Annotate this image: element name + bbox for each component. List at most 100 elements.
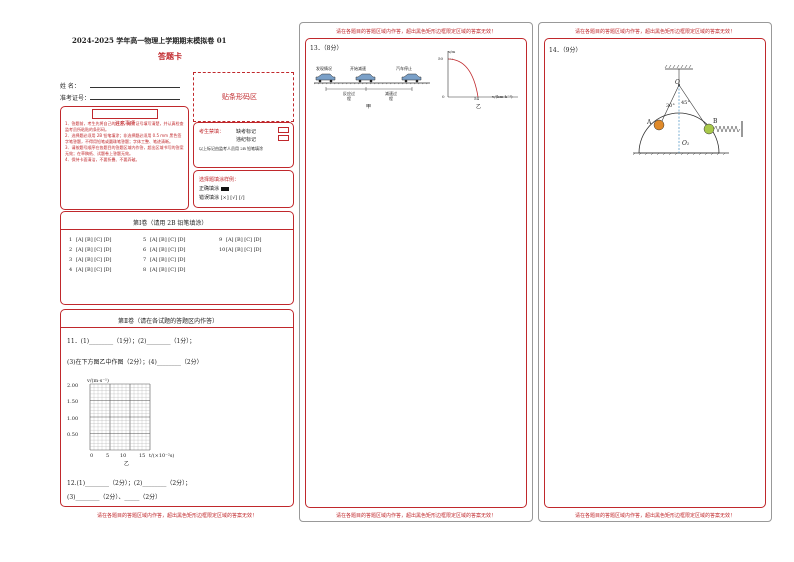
- choice-row-9[interactable]: 9 [A] [B] [C] [D]: [219, 237, 264, 243]
- answer-options[interactable]: [A] [B] [C] [D]: [76, 237, 112, 243]
- q13-label: 13．（8分）: [310, 45, 343, 52]
- x-tick: 15: [139, 453, 146, 459]
- answer-options[interactable]: [A] [B] [C] [D]: [226, 237, 262, 243]
- s-axis-label: s/m: [448, 49, 456, 54]
- note-item: 1．答题前，考生先将自己的姓名，准考证号填写清楚，并认真检查监考员所粘贴的条形码…: [65, 121, 184, 132]
- choice-row-7[interactable]: 7 [A] [B] [C] [D]: [143, 257, 188, 263]
- fill-correct-label: 正确填涂: [199, 185, 229, 192]
- x-tick: 10: [120, 453, 127, 459]
- answer-options[interactable]: [A] [B] [C] [D]: [150, 257, 186, 263]
- v-axis-label: v/(km·h⁻¹): [492, 94, 513, 99]
- question-number: 3: [69, 257, 73, 263]
- choice-row-2[interactable]: 2 [A] [B] [C] [D]: [69, 247, 114, 253]
- section1-box: 第Ⅰ卷（请用 2B 铅笔填涂） 1 [A] [B] [C] [D] 2 [A] [B]…: [60, 211, 294, 305]
- point-a: A: [647, 119, 652, 126]
- sheet-subtitle: 答题卡: [158, 51, 182, 61]
- section2-title: 第Ⅱ卷（请在各试题的答题区内作答）: [118, 318, 219, 325]
- violation-mark-box[interactable]: [278, 135, 289, 142]
- choice-row-5[interactable]: 5 [A] [B] [C] [D]: [143, 237, 188, 243]
- choice-row-6[interactable]: 6 [A] [B] [C] [D]: [143, 247, 188, 253]
- q14-label: 14．（9分）: [549, 47, 582, 54]
- notes-title-box: 注意事项: [92, 109, 158, 127]
- s-v-graph: [447, 51, 518, 98]
- q11-line2: (3)在下方图乙中作图（2分）；(4)________（2分）: [67, 359, 203, 366]
- warning-text: 请在各题目的答题区域内作答，超出黑色矩形边框限定区域的答案无效！: [335, 513, 496, 519]
- y-tick: 1.00: [67, 416, 79, 422]
- caption-left: 甲: [366, 104, 372, 110]
- angle-30: 30°: [666, 103, 675, 109]
- car-road-diagram: [314, 73, 430, 91]
- answer-options[interactable]: [A] [B] [C] [D]: [150, 237, 186, 243]
- warning-text: 请在各题目的答题区域内作答，超出黑色矩形边框限定区域的答案无效！: [335, 29, 496, 35]
- notes-box: 注意事项 1．答题前，考生先将自己的姓名，准考证号填写清楚，并认真检查监考员所粘…: [60, 106, 189, 210]
- fill-example-box: 选择题填涂样例： 正确填涂 错误填涂 [×] [√] [/]: [193, 170, 294, 208]
- reaction-label: 反应过程: [343, 91, 355, 101]
- answer-options[interactable]: [A] [B] [C] [D]: [150, 247, 186, 253]
- v-value: 54: [474, 96, 480, 101]
- id-label: 准考证号：: [60, 95, 91, 102]
- y-tick: 1.50: [67, 399, 79, 405]
- fill-wrong-label: 错误填涂 [×] [√] [/]: [199, 195, 245, 201]
- exam-marks-box: 考生禁填： 缺考标记 违纪标记 以上标记由监考人员用 2B 铅笔填涂: [193, 122, 294, 168]
- x-tick: 0: [90, 453, 94, 459]
- barcode-label: 贴条形码区: [222, 93, 257, 101]
- choice-row-4[interactable]: 4 [A] [B] [C] [D]: [69, 267, 114, 273]
- point-o: O: [675, 79, 680, 86]
- sheet-title: 2024-2025 学年高一物理上学期期末模拟卷 01: [72, 36, 227, 45]
- point-b: B: [713, 118, 718, 125]
- choice-row-3[interactable]: 3 [A] [B] [C] [D]: [69, 257, 114, 263]
- s-value: 50: [438, 56, 444, 61]
- y-tick: 2.00: [67, 383, 79, 389]
- note-item: 4．保持卡面清洁，不要折叠、不要弄破。: [65, 157, 140, 162]
- angle-45: 45°: [681, 100, 690, 106]
- q13-box[interactable]: 13．（8分） 发现情况 开始减速 汽车停止 反应过程 减速过程 甲 s/m 5…: [305, 38, 527, 508]
- name-field[interactable]: [90, 87, 180, 88]
- x-tick: 5: [106, 453, 110, 459]
- graph-caption: 乙: [124, 461, 130, 467]
- notes-list: 1．答题前，考生先将自己的姓名，准考证号填写清楚，并认真检查监考员所粘贴的条形码…: [65, 121, 185, 163]
- origin-label: 0: [442, 94, 445, 99]
- graph-grid[interactable]: [89, 382, 151, 452]
- warning-text: 请在各题目的答题区域内作答，超出黑色矩形边框限定区域的答案无效！: [574, 29, 735, 35]
- q11-line1: 11．(1)________（1分）；(2)________（1分）；: [67, 338, 196, 345]
- caption-right: 乙: [476, 104, 482, 110]
- answer-options[interactable]: [A] [B] [C] [D]: [76, 247, 112, 253]
- barcode-area: 贴条形码区: [193, 72, 294, 122]
- question-number: 4: [69, 267, 73, 273]
- warning-text: 请在各题目的答题区域内作答，超出黑色矩形边框限定区域的答案无效！: [574, 513, 735, 519]
- section1-title: 第Ⅰ卷（请用 2B 铅笔填涂）: [133, 220, 208, 227]
- brake-label: 减速过程: [385, 91, 397, 101]
- question-number: 10: [219, 247, 226, 253]
- choice-row-8[interactable]: 8 [A] [B] [C] [D]: [143, 267, 188, 273]
- absent-mark-box[interactable]: [278, 127, 289, 134]
- choice-row-10[interactable]: 10[A] [B] [C] [D]: [219, 247, 264, 253]
- q12-line1: 12.(1)________（2分）；(2)________（2分）；: [67, 480, 192, 487]
- question-number: 8: [143, 267, 147, 273]
- fill-example-title: 选择题填涂样例：: [199, 177, 240, 183]
- pendulum-diagram: [632, 65, 743, 156]
- section2-box: 第Ⅱ卷（请在各试题的答题区内作答） 11．(1)________（1分）；(2)…: [60, 309, 294, 507]
- graph-x-label: t/(×10⁻²s): [149, 453, 175, 459]
- absent-mark-label: 缺考标记: [236, 129, 257, 135]
- filled-box-icon: [220, 186, 229, 191]
- answer-options[interactable]: [A] [B] [C] [D]: [76, 267, 112, 273]
- y-tick: 0.50: [67, 432, 79, 438]
- note-item: 3．请按题号顺序在各题目的答题区域内作答，超出区域书写的答案无效；在草稿纸、试题…: [65, 145, 184, 156]
- id-field[interactable]: [90, 99, 180, 100]
- question-number: 1: [69, 237, 73, 243]
- question-number: 6: [143, 247, 147, 253]
- violation-mark-label: 违纪标记: [236, 137, 257, 143]
- answer-options[interactable]: [A] [B] [C] [D]: [150, 267, 186, 273]
- choice-row-1[interactable]: 1 [A] [B] [C] [D]: [69, 237, 114, 243]
- answer-options[interactable]: [A] [B] [C] [D]: [76, 257, 112, 263]
- note-item: 2．选择题必须用 2B 铅笔填涂；非选择题必须用 0.5 mm 黑色签字笔答题，…: [65, 133, 182, 144]
- exam-marks-note: 以上标记由监考人员用 2B 铅笔填涂: [199, 146, 264, 151]
- answer-options[interactable]: [A] [B] [C] [D]: [226, 247, 262, 253]
- warning-text: 请在各题目的答题区域内作答，超出黑色矩形边框限定区域的答案无效！: [96, 513, 257, 519]
- q14-box[interactable]: 14．（9分） O 30° 45° A B O₁: [544, 38, 766, 508]
- question-number: 9: [219, 237, 223, 243]
- question-number: 2: [69, 247, 73, 253]
- q12-line2: (3)________（2分）、_____（2分）: [67, 494, 162, 501]
- point-o1: O₁: [682, 140, 690, 147]
- exam-marks-label: 考生禁填：: [199, 129, 225, 135]
